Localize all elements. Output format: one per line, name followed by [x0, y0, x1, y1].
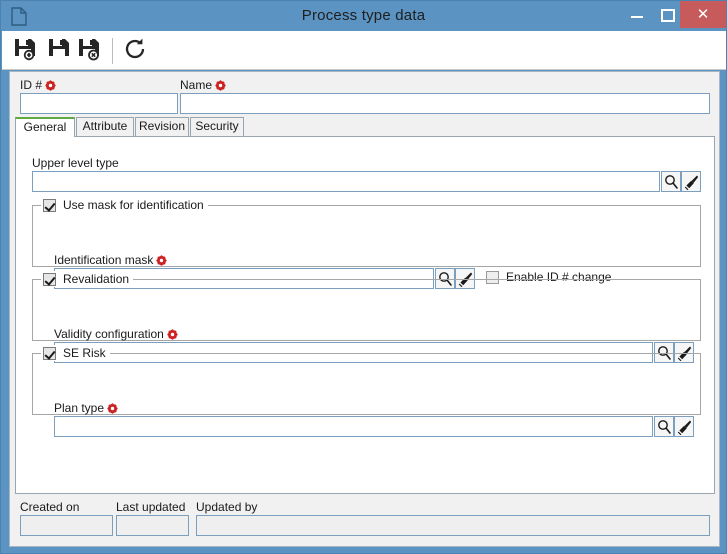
- mask-group-legend-label: Use mask for identification: [63, 198, 204, 212]
- save-delete-button[interactable]: [76, 36, 104, 64]
- plan-type-label: Plan type: [54, 401, 118, 417]
- upper-level-type-lookup-button[interactable]: [661, 171, 681, 192]
- close-button[interactable]: ✕: [680, 1, 726, 28]
- tab-panel-general: Upper level type Use mask for identifica…: [15, 136, 715, 494]
- created-on-label: Created on: [20, 500, 80, 514]
- tab-revision[interactable]: Revision: [135, 117, 189, 136]
- use-mask-checkbox[interactable]: [43, 198, 56, 212]
- id-input[interactable]: [20, 93, 178, 114]
- name-input[interactable]: [180, 93, 710, 114]
- updated-by-label: Updated by: [196, 500, 258, 514]
- maximize-button[interactable]: [650, 1, 684, 27]
- required-marker-icon: [107, 403, 118, 417]
- save-button[interactable]: [46, 36, 74, 64]
- brush-icon: [677, 420, 692, 435]
- se-risk-checkbox[interactable]: [43, 346, 56, 360]
- magnifier-icon: [665, 175, 678, 189]
- minimize-icon: [631, 16, 643, 18]
- plan-type-input[interactable]: [54, 416, 653, 437]
- se-risk-group: SE Risk: [32, 345, 701, 415]
- validity-configuration-label: Validity configuration: [54, 327, 178, 343]
- se-risk-group-legend: SE Risk: [41, 345, 110, 361]
- last-updated-label: Last updated: [116, 500, 186, 514]
- last-updated-value: [116, 515, 189, 536]
- save-new-button[interactable]: [12, 36, 40, 64]
- mask-group-legend: Use mask for identification: [41, 197, 208, 213]
- id-label: ID #: [20, 78, 56, 94]
- required-marker-icon: [156, 255, 167, 269]
- identification-mask-label: Identification mask: [54, 253, 167, 269]
- created-on-value: [20, 515, 113, 536]
- upper-level-type-label: Upper level type: [32, 156, 119, 170]
- minimize-button[interactable]: [620, 1, 654, 27]
- revalidation-checkbox[interactable]: [43, 272, 56, 286]
- revalidation-group-legend: Revalidation: [41, 271, 134, 287]
- refresh-button[interactable]: [122, 36, 150, 64]
- required-marker-icon: [167, 329, 178, 343]
- application-window: Process type data ✕ ID # Name General At…: [0, 0, 727, 554]
- upper-level-type-input[interactable]: [32, 171, 660, 192]
- tab-security[interactable]: Security: [190, 117, 244, 136]
- toolbar-separator: [112, 38, 113, 64]
- toolbar: [2, 31, 726, 70]
- client-area: ID # Name General Attribute Revision Sec…: [9, 71, 720, 547]
- tab-general[interactable]: General: [15, 117, 75, 137]
- window-title: Process type data: [301, 7, 426, 24]
- brush-icon: [684, 175, 699, 190]
- title-bar: Process type data ✕: [1, 1, 726, 31]
- close-icon: ✕: [696, 6, 710, 23]
- tab-attribute[interactable]: Attribute: [76, 117, 134, 136]
- required-marker-icon: [45, 80, 56, 94]
- name-label: Name: [180, 78, 226, 94]
- se-risk-group-legend-label: SE Risk: [63, 346, 106, 360]
- plan-type-clear-button[interactable]: [674, 416, 694, 437]
- plan-type-lookup-button[interactable]: [654, 416, 674, 437]
- required-marker-icon: [215, 80, 226, 94]
- maximize-icon: [661, 9, 675, 22]
- tab-strip: General Attribute Revision Security: [15, 117, 715, 137]
- magnifier-icon: [658, 420, 671, 434]
- revalidation-group-legend-label: Revalidation: [63, 272, 130, 286]
- updated-by-value: [196, 515, 710, 536]
- upper-level-type-clear-button[interactable]: [681, 171, 701, 192]
